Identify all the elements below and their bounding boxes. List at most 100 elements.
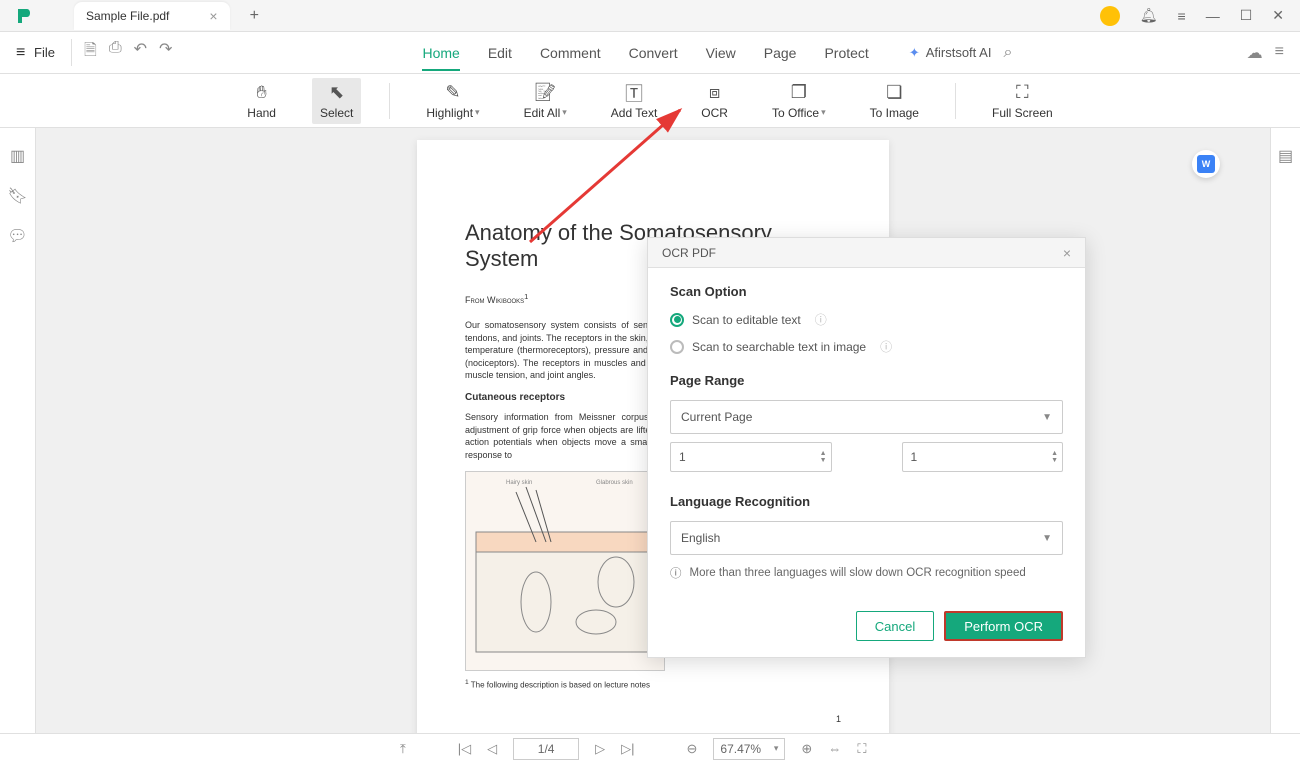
to-image-tool[interactable]: ❏ To Image: [862, 78, 927, 124]
dialog-header: OCR PDF ×: [648, 238, 1085, 268]
cloud-icon[interactable]: ☁: [1247, 43, 1263, 63]
info-icon[interactable]: ⓘ: [815, 311, 827, 328]
chevron-down-icon: ▾: [475, 107, 480, 118]
fit-width-icon[interactable]: ⇔: [828, 741, 841, 756]
info-icon[interactable]: ⓘ: [880, 338, 892, 355]
more-icon[interactable]: ≡: [1275, 43, 1284, 63]
hand-label: Hand: [247, 106, 276, 120]
dialog-close-icon[interactable]: ×: [1063, 245, 1071, 261]
prev-page-icon[interactable]: ◁: [487, 741, 497, 757]
radio-checked-icon: [670, 313, 684, 327]
full-screen-tool[interactable]: ⛶ Full Screen: [984, 78, 1061, 124]
text-icon: 🅃: [625, 82, 643, 104]
chevron-down-icon: ▼: [1042, 533, 1052, 544]
page-range-select[interactable]: Current Page ▼: [670, 400, 1063, 434]
radio-searchable-text[interactable]: Scan to searchable text in image ⓘ: [670, 338, 1063, 355]
separator: [955, 83, 956, 119]
file-menu[interactable]: File: [8, 40, 63, 66]
full-screen-label: Full Screen: [992, 106, 1053, 120]
info-icon: ⓘ: [670, 565, 682, 581]
maximize-icon[interactable]: ☐: [1240, 7, 1253, 24]
page-range-value: Current Page: [681, 410, 752, 424]
ocr-icon: ⧈: [709, 82, 720, 104]
dialog-body: Scan Option Scan to editable text ⓘ Scan…: [648, 268, 1085, 657]
last-page-icon[interactable]: ▷|: [621, 741, 634, 757]
chevron-down-icon: ▾: [821, 107, 826, 118]
tab-convert[interactable]: Convert: [629, 35, 678, 71]
print-icon[interactable]: ⎙: [109, 39, 122, 66]
spinner-buttons[interactable]: ▲▼: [820, 450, 827, 464]
bookmark-icon[interactable]: 🔖︎: [7, 186, 27, 206]
to-office-tool[interactable]: ❐ To Office▾: [764, 78, 834, 124]
first-page-icon[interactable]: |◁: [458, 741, 471, 757]
app-logo: [12, 4, 36, 28]
range-to-input[interactable]: 1 ▲▼: [902, 442, 1064, 472]
hand-icon: ✋︎: [257, 82, 267, 104]
ocr-label: OCR: [701, 106, 728, 120]
edit-all-tool[interactable]: 📝︎ Edit All▾: [516, 78, 575, 124]
highlight-tool[interactable]: ✎ Highlight▾: [418, 78, 487, 124]
tab-comment[interactable]: Comment: [540, 35, 601, 71]
highlight-label: Highlight: [426, 106, 473, 120]
doc-footnote: 1 The following description is based on …: [465, 679, 841, 690]
edit-all-label: Edit All: [524, 106, 561, 120]
ai-button[interactable]: ✦ Afirstsoft AI: [909, 45, 992, 61]
radio-editable-text[interactable]: Scan to editable text ⓘ: [670, 311, 1063, 328]
zoom-out-icon[interactable]: ⊖: [687, 741, 698, 757]
tab-protect[interactable]: Protect: [824, 35, 868, 71]
fullscreen-icon: ⛶: [1016, 82, 1029, 104]
word-icon: W: [1197, 155, 1215, 173]
spinner-buttons[interactable]: ▲▼: [1051, 450, 1058, 464]
zoom-value: 67.47%: [720, 742, 761, 756]
radio-unchecked-icon: [670, 340, 684, 354]
page-input[interactable]: 1/4: [513, 738, 579, 760]
dialog-buttons: Cancel Perform OCR: [670, 611, 1063, 641]
document-tab[interactable]: Sample File.pdf ×: [74, 2, 230, 30]
redo-icon[interactable]: ↷: [159, 39, 172, 66]
zoom-input[interactable]: 67.47% ▾: [713, 738, 785, 760]
user-badge-icon[interactable]: [1100, 6, 1120, 26]
right-menu-icons: ☁ ≡: [1247, 43, 1292, 63]
panel-icon[interactable]: ▤: [1278, 146, 1293, 166]
next-page-icon[interactable]: ▷: [595, 741, 605, 757]
save-icon[interactable]: 🗎: [84, 39, 97, 66]
select-tool[interactable]: ⬉ Select: [312, 78, 361, 124]
comments-icon[interactable]: 💬︎: [7, 226, 27, 246]
tab-view[interactable]: View: [706, 35, 736, 71]
image-icon: ❏: [886, 82, 902, 104]
ocr-dialog: OCR PDF × Scan Option Scan to editable t…: [647, 237, 1086, 658]
tab-close-icon[interactable]: ×: [209, 8, 217, 24]
undo-icon[interactable]: ↶: [134, 39, 147, 66]
tab-page[interactable]: Page: [764, 35, 797, 71]
hand-tool[interactable]: ✋︎ Hand: [239, 78, 284, 124]
fit-page-icon[interactable]: ⛶: [857, 741, 866, 757]
thumbnails-icon[interactable]: ▥: [10, 146, 25, 166]
menu-bar: File 🗎 ⎙ ↶ ↷ Home Edit Comment Convert V…: [0, 32, 1300, 74]
radio-label: Scan to searchable text in image: [692, 340, 866, 354]
range-from-input[interactable]: 1 ▲▼: [670, 442, 832, 472]
perform-ocr-button[interactable]: Perform OCR: [944, 611, 1063, 641]
ocr-tool[interactable]: ⧈ OCR: [693, 78, 736, 124]
radio-label: Scan to editable text: [692, 313, 801, 327]
search-icon[interactable]: ⌕: [1003, 44, 1012, 62]
bell-icon[interactable]: 🔔︎: [1140, 7, 1158, 24]
language-select[interactable]: English ▼: [670, 521, 1063, 555]
minimize-icon[interactable]: —: [1206, 8, 1220, 24]
edit-icon: 📝︎: [534, 82, 557, 104]
scroll-top-icon[interactable]: ⤒: [400, 741, 406, 757]
convert-word-button[interactable]: W: [1192, 150, 1220, 178]
tab-title: Sample File.pdf: [86, 9, 169, 23]
chevron-down-icon: ▾: [562, 107, 567, 118]
app-menu-icon[interactable]: ≡: [1178, 8, 1186, 24]
tab-home[interactable]: Home: [422, 35, 459, 71]
range-inputs: 1 ▲▼ 1 ▲▼: [670, 442, 1063, 472]
add-text-tool[interactable]: 🅃 Add Text: [603, 78, 665, 124]
scan-option-label: Scan Option: [670, 284, 1063, 299]
cancel-button[interactable]: Cancel: [856, 611, 934, 641]
left-sidebar: ▥ 🔖︎ 💬︎: [0, 128, 36, 733]
tab-edit[interactable]: Edit: [488, 35, 512, 71]
close-window-icon[interactable]: ✕: [1272, 7, 1284, 24]
new-tab-icon[interactable]: +: [250, 7, 259, 25]
zoom-in-icon[interactable]: ⊕: [801, 741, 812, 757]
chevron-down-icon: ▾: [774, 743, 779, 754]
